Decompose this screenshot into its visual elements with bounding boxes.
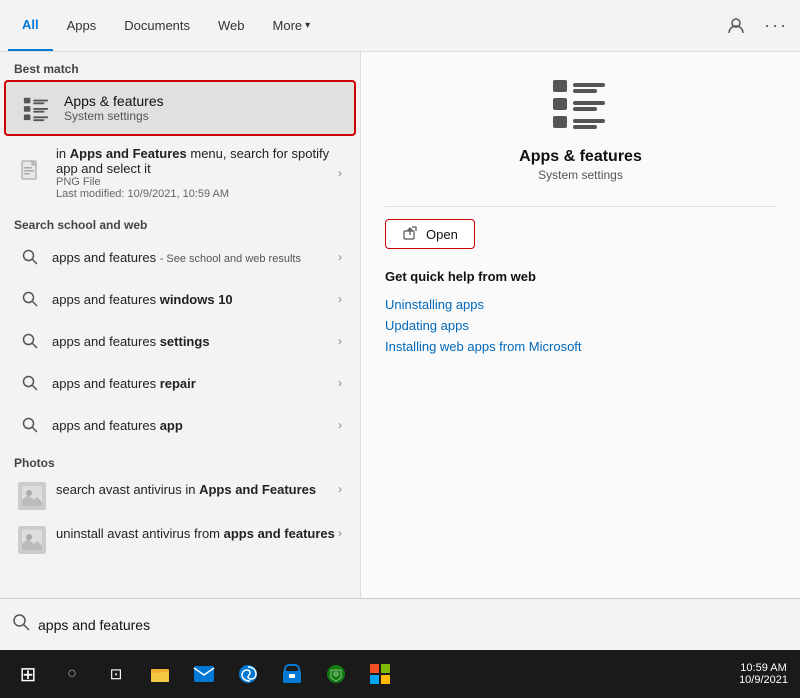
search-result-item-1[interactable]: apps and features windows 10 › [4,278,356,320]
chevron-right-icon-3: › [338,376,342,390]
result-text-3: apps and features repair [52,376,338,391]
main-content: Best match Apps & features System settin… [0,52,800,598]
quick-help-title: Get quick help from web [385,269,776,284]
chevron-right-icon-0: › [338,250,342,264]
best-match-item[interactable]: Apps & features System settings [4,80,356,136]
edge-button[interactable] [228,654,268,694]
photo-result-text-0: search avast antivirus in Apps and Featu… [56,482,338,497]
search-icon-1 [18,287,42,311]
search-icon-2 [18,329,42,353]
chevron-right-photo-1: › [338,526,342,540]
top-nav: All Apps Documents Web More ▾ ··· [0,0,800,52]
user-icon [727,17,745,35]
chevron-right-icon-4: › [338,418,342,432]
result-text-1: apps and features windows 10 [52,292,338,307]
photo-result-1[interactable]: uninstall avast antivirus from apps and … [4,518,356,562]
search-input[interactable] [38,617,238,633]
file-modified: Last modified: 10/9/2021, 10:59 AM [56,188,338,200]
ellipsis-icon: ··· [764,15,788,36]
chevron-right-photo-0: › [338,482,342,496]
search-icon-3 [18,371,42,395]
tab-web[interactable]: Web [204,0,259,51]
detail-app-subtitle: System settings [385,168,776,182]
search-button[interactable]: ○ [52,654,92,694]
open-icon [402,226,418,242]
divider [385,206,776,207]
tab-apps[interactable]: Apps [53,0,111,51]
search-icon-4 [18,413,42,437]
search-icon-bottom [12,613,30,636]
detail-icon-area [385,72,776,136]
quick-link-0[interactable]: Uninstalling apps [385,294,776,315]
tab-documents[interactable]: Documents [110,0,204,51]
taskbar: ⊞ ○ ⊡ 10:59 AM 10/9/2021 [0,650,800,698]
quick-link-1[interactable]: Updating apps [385,315,776,336]
file-explorer-button[interactable] [140,654,180,694]
tab-all[interactable]: All [8,0,53,51]
tab-more[interactable]: More ▾ [259,0,325,51]
chevron-right-icon: › [338,166,342,180]
search-result-item-0[interactable]: apps and features - See school and web r… [4,236,356,278]
best-match-label: Best match [0,52,360,80]
photo-result-text-1: uninstall avast antivirus from apps and … [56,526,338,541]
apps-features-icon [20,92,52,124]
user-icon-btn[interactable] [720,10,752,42]
search-bar [0,598,800,650]
task-view-button[interactable]: ⊡ [96,654,136,694]
photo-result-0[interactable]: search avast antivirus in Apps and Featu… [4,474,356,518]
file-icon [18,159,46,187]
file-type: PNG File [56,176,338,188]
start-button[interactable]: ⊞ [8,654,48,694]
best-match-subtitle: System settings [64,109,164,123]
photo-thumb-0 [18,482,46,510]
photos-button[interactable] [360,654,400,694]
left-panel: Best match Apps & features System settin… [0,52,360,598]
file-info: in Apps and Features menu, search for sp… [56,146,338,200]
xbox-button[interactable] [316,654,356,694]
store-button[interactable] [272,654,312,694]
best-match-title: Apps & features [64,93,164,109]
photo-thumb-1 [18,526,46,554]
photos-label: Photos [0,446,360,474]
chevron-right-icon-1: › [338,292,342,306]
file-result-item[interactable]: in Apps and Features menu, search for sp… [4,138,356,208]
open-button[interactable]: Open [385,219,475,249]
search-icon-0 [18,245,42,269]
detail-app-icon [549,72,613,136]
result-text-4: apps and features app [52,418,338,433]
result-text-2: apps and features settings [52,334,338,349]
result-text-0: apps and features - See school and web r… [52,250,338,265]
chevron-right-icon-2: › [338,334,342,348]
more-options-btn[interactable]: ··· [760,10,792,42]
file-title: in Apps and Features menu, search for sp… [56,146,338,176]
school-web-label: Search school and web [0,208,360,236]
clock: 10:59 AM 10/9/2021 [735,654,792,694]
search-result-item-4[interactable]: apps and features app › [4,404,356,446]
search-result-item-2[interactable]: apps and features settings › [4,320,356,362]
search-result-item-3[interactable]: apps and features repair › [4,362,356,404]
quick-link-2[interactable]: Installing web apps from Microsoft [385,336,776,357]
right-panel: Apps & features System settings Open Get… [360,52,800,598]
mail-button[interactable] [184,654,224,694]
detail-app-title: Apps & features [385,148,776,166]
chevron-down-icon: ▾ [305,20,310,31]
